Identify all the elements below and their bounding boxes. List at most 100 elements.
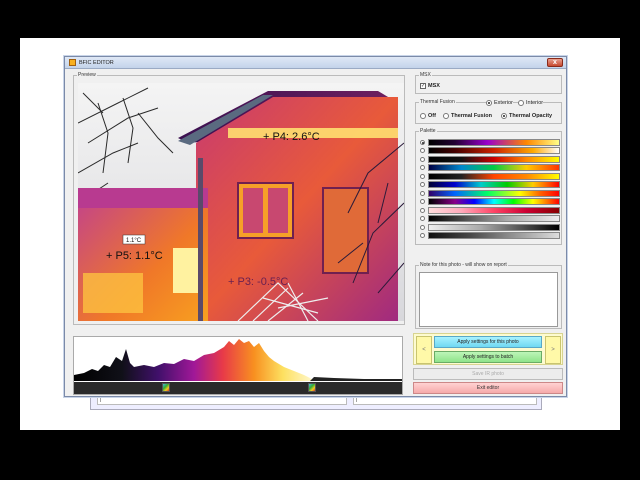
exterior-label: Exterior (494, 100, 513, 106)
histogram-chart (74, 339, 402, 381)
palette-option[interactable] (420, 172, 560, 181)
palette-radio[interactable] (420, 165, 425, 171)
note-label: Note for this photo - will show on repor… (419, 262, 508, 269)
screen-frame: | | BFIC EDITOR x Preview + P4: 2.6°C + … (20, 38, 620, 430)
settings-button-panel: < Apply settings for this photo Apply se… (413, 333, 563, 365)
drainpipe (198, 158, 203, 321)
palette-option[interactable] (420, 155, 560, 164)
palette-swatch[interactable] (428, 206, 560, 214)
msx-group: MSX ✓ MSX (415, 72, 562, 94)
palette-option[interactable] (420, 206, 560, 215)
msx-checkbox-label: MSX (428, 83, 440, 89)
left-window-hot (173, 248, 198, 293)
palette-radio[interactable] (420, 190, 425, 196)
palette-radio[interactable] (420, 207, 425, 213)
palette-swatch[interactable] (428, 138, 560, 146)
apply-settings-batch-button[interactable]: Apply settings to batch (434, 351, 542, 363)
thermal-opacity-option[interactable]: Thermal Opacity (501, 113, 552, 119)
left-lower-hot (83, 273, 143, 313)
apply-settings-photo-button[interactable]: Apply settings for this photo (434, 336, 542, 348)
prev-photo-button[interactable]: < (416, 336, 432, 364)
msx-checkbox-row[interactable]: ✓ MSX (420, 83, 440, 89)
interior-radio[interactable] (518, 100, 524, 106)
palette-option[interactable] (420, 189, 560, 198)
palette-swatch[interactable] (428, 198, 560, 206)
note-textarea[interactable] (419, 272, 558, 327)
thermal-preview-image[interactable]: + P4: 2.6°C + P5: 1.1°C + P3: -0.5°C 1.1… (78, 83, 404, 321)
msx-checkbox[interactable]: ✓ (420, 83, 426, 89)
preview-group: Preview + P4: 2.6°C + P5: 1.1°C + P3: -0… (73, 72, 405, 325)
app-icon (69, 59, 76, 66)
note-group: Note for this photo - will show on repor… (415, 262, 562, 329)
histogram-panel (73, 336, 403, 395)
palette-radio[interactable] (420, 148, 425, 154)
window-pane-left (243, 188, 263, 233)
palette-radio[interactable] (420, 216, 425, 222)
palette-option[interactable] (420, 147, 560, 156)
off-option[interactable]: Off (420, 113, 436, 119)
palette-list (420, 138, 560, 240)
range-handle-max[interactable] (308, 383, 316, 392)
palette-swatch[interactable] (428, 232, 560, 240)
palette-option[interactable] (420, 164, 560, 173)
small-temp-tag: 1.1°C (126, 238, 142, 244)
window-title: BFIC EDITOR (79, 59, 114, 66)
background-window-field-left: | (97, 396, 347, 405)
marker-p3: + P3: -0.5°C (228, 276, 288, 288)
palette-radio[interactable] (420, 139, 425, 145)
palette-radio[interactable] (420, 182, 425, 188)
next-photo-button[interactable]: > (545, 336, 561, 364)
palette-swatch[interactable] (428, 189, 560, 197)
msx-group-label: MSX (419, 72, 432, 79)
palette-option[interactable] (420, 223, 560, 232)
editor-window: BFIC EDITOR x Preview + P4: 2.6°C + P5: … (64, 56, 567, 397)
palette-option[interactable] (420, 198, 560, 207)
off-label: Off (428, 113, 436, 119)
palette-swatch[interactable] (428, 181, 560, 189)
palette-swatch[interactable] (428, 223, 560, 231)
marker-p4: + P4: 2.6°C (263, 131, 320, 143)
close-icon: x (553, 59, 557, 66)
background-window-right-glyph: | (356, 397, 358, 403)
palette-radio[interactable] (420, 156, 425, 162)
palette-option[interactable] (420, 232, 560, 241)
palette-group: Palette (415, 128, 562, 245)
palette-option[interactable] (420, 181, 560, 190)
marker-p5: + P5: 1.1°C (106, 250, 163, 262)
exit-editor-button[interactable]: Exit editor (413, 382, 563, 394)
thermal-opacity-radio[interactable] (501, 113, 507, 119)
thermal-fusion-radio[interactable] (443, 113, 449, 119)
exterior-radio[interactable] (486, 100, 492, 106)
interior-option[interactable]: Interior (518, 100, 544, 106)
title-bar[interactable]: BFIC EDITOR x (65, 57, 566, 69)
histogram-range-bar[interactable] (74, 382, 402, 394)
palette-label: Palette (419, 128, 437, 135)
door (322, 187, 369, 274)
palette-radio[interactable] (420, 224, 425, 230)
palette-swatch[interactable] (428, 215, 560, 223)
off-radio[interactable] (420, 113, 426, 119)
palette-swatch[interactable] (428, 147, 560, 155)
thermal-fusion-option[interactable]: Thermal Fusion (443, 113, 492, 119)
palette-swatch[interactable] (428, 164, 560, 172)
histogram-tail (310, 377, 402, 381)
palette-option[interactable] (420, 215, 560, 224)
interior-label: Interior (526, 100, 544, 106)
thermal-fusion-label: Thermal Fusion (419, 99, 456, 106)
palette-swatch[interactable] (428, 155, 560, 163)
preview-label: Preview (77, 72, 97, 79)
window-pane-right (268, 188, 288, 233)
exterior-option[interactable]: Exterior (486, 100, 513, 106)
palette-option[interactable] (420, 138, 560, 147)
histogram-area (74, 339, 314, 381)
save-ir-photo-button[interactable]: Save IR photo (413, 368, 563, 380)
close-button[interactable]: x (547, 58, 563, 67)
palette-radio[interactable] (420, 173, 425, 179)
palette-radio[interactable] (420, 233, 425, 239)
thermal-opacity-label: Thermal Opacity (509, 113, 553, 119)
background-window-field-right: | (353, 396, 537, 405)
thermal-fusion-option-label: Thermal Fusion (451, 113, 492, 119)
palette-swatch[interactable] (428, 172, 560, 180)
palette-radio[interactable] (420, 199, 425, 205)
range-handle-min[interactable] (162, 383, 170, 392)
